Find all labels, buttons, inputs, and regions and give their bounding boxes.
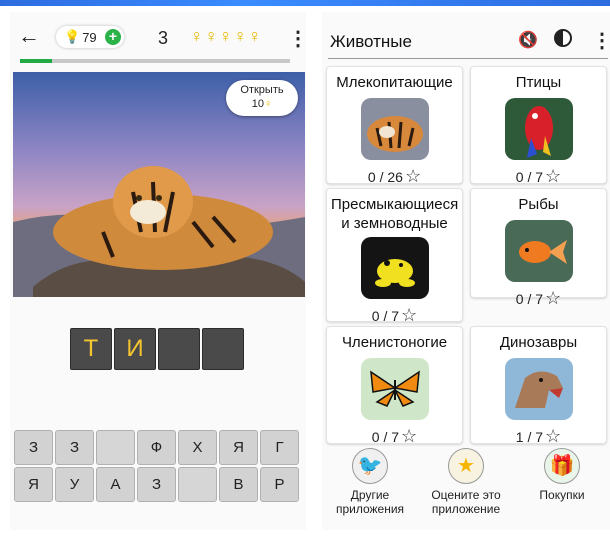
sound-muted-icon[interactable]: 🔇 xyxy=(518,30,538,50)
category-progress: 0 / 7 xyxy=(371,308,400,324)
letter-key[interactable]: З xyxy=(14,430,53,465)
butterfly-thumbnail xyxy=(360,358,429,420)
star-icon: ★ xyxy=(448,448,484,484)
lightbulb-icon: 💡 xyxy=(64,29,81,44)
answer-slot[interactable]: И xyxy=(114,328,156,370)
level-progress-bar xyxy=(20,59,290,63)
letter-key[interactable]: В xyxy=(219,467,258,502)
category-title: Членистоногие xyxy=(341,334,448,351)
star-icon: ☆ xyxy=(401,426,418,446)
star-icon: ☆ xyxy=(545,288,562,308)
letter-key[interactable]: Я xyxy=(219,430,258,465)
purchases-button[interactable]: 🎁 Покупки xyxy=(514,448,610,502)
category-title: Птицы xyxy=(515,74,562,91)
nav-label: Оцените это приложение xyxy=(431,488,501,516)
open-letter-button[interactable]: Открыть 10♀ xyxy=(226,80,298,116)
other-apps-button[interactable]: 🐦 Другие приложения xyxy=(322,448,418,516)
cardinal-bird-icon: 🐦 xyxy=(352,448,388,484)
answer-slot[interactable] xyxy=(202,328,244,370)
category-title: Млекопитающие xyxy=(336,74,453,91)
answer-slot[interactable] xyxy=(158,328,200,370)
level-number: 3 xyxy=(158,28,169,48)
category-progress: 0 / 26 xyxy=(367,169,403,185)
coin-balance[interactable]: 💡 79 + xyxy=(56,26,124,48)
category-card-reptiles-amphibians[interactable]: Пресмыкающиеся и земноводные 0 / 7 ☆ xyxy=(326,188,463,325)
answer-slots: ТИ xyxy=(70,328,244,370)
gift-icon: 🎁 xyxy=(544,448,580,484)
menu-kebab-icon[interactable]: ⋮ xyxy=(592,28,610,53)
hint-bulbs-icon[interactable]: ♀♀♀♀♀ xyxy=(190,26,263,47)
open-button-cost: 10 xyxy=(251,98,264,110)
dinosaur-thumbnail xyxy=(504,358,573,420)
letter-key[interactable]: Г xyxy=(260,430,299,465)
letter-key[interactable]: З xyxy=(55,430,94,465)
category-progress: 1 / 7 xyxy=(515,429,544,445)
menu-kebab-icon[interactable]: ⋮ xyxy=(288,26,308,51)
game-header: ← 💡 79 + 3 ♀♀♀♀♀ ⋮ xyxy=(10,20,308,54)
category-title: Динозавры xyxy=(499,334,578,351)
level-progress-fill xyxy=(20,59,53,63)
star-icon: ☆ xyxy=(545,426,562,446)
nav-label: Другие приложения xyxy=(335,488,405,516)
letter-key[interactable]: З xyxy=(137,467,176,502)
header-divider xyxy=(328,58,608,59)
frog-thumbnail xyxy=(360,237,429,299)
category-title: Пресмыкающиеся и земноводные xyxy=(331,196,459,232)
letter-key[interactable]: У xyxy=(55,467,94,502)
category-card-mammals[interactable]: Млекопитающие 0 / 26 ☆ xyxy=(326,66,463,186)
mammal-thumbnail xyxy=(360,98,429,160)
category-card-fish[interactable]: Рыбы 0 / 7 ☆ xyxy=(470,188,607,308)
letter-key[interactable] xyxy=(178,467,217,502)
bottom-navigation: 🐦 Другие приложения ★ Оцените это прилож… xyxy=(322,448,610,528)
letter-key[interactable]: Р xyxy=(260,467,299,502)
star-icon: ☆ xyxy=(401,305,418,325)
theme-toggle-icon[interactable] xyxy=(554,29,572,47)
letter-keyboard: ЗЗФХЯГЯУАЗВР xyxy=(14,430,302,504)
top-banner xyxy=(0,0,610,6)
nav-label: Покупки xyxy=(539,488,585,502)
page-title: Животные xyxy=(330,32,412,51)
lightbulb-icon: ♀ xyxy=(264,98,273,110)
star-icon: ☆ xyxy=(404,166,422,186)
category-title: Рыбы xyxy=(518,196,559,213)
letter-key[interactable]: Ф xyxy=(137,430,176,465)
keyboard-row: ЗЗ ФХЯГ xyxy=(14,430,302,465)
category-progress: 0 / 7 xyxy=(515,291,544,307)
category-card-arthropods[interactable]: Членистоногие 0 / 7 ☆ xyxy=(326,326,463,446)
star-icon: ☆ xyxy=(545,166,562,186)
letter-key[interactable]: Х xyxy=(178,430,217,465)
bird-thumbnail xyxy=(504,98,573,160)
add-coins-icon[interactable]: + xyxy=(105,29,121,45)
categories-screen: Животные 🔇 ⋮ Млекопитающие 0 / 26 ☆ Птицы xyxy=(322,12,610,530)
category-progress: 0 / 7 xyxy=(371,429,400,445)
rate-app-button[interactable]: ★ Оцените это приложение xyxy=(418,448,514,516)
letter-key[interactable]: А xyxy=(96,467,135,502)
fish-thumbnail xyxy=(504,220,573,282)
open-button-label: Открыть xyxy=(240,84,284,96)
answer-slot[interactable]: Т xyxy=(70,328,112,370)
letter-key[interactable]: Я xyxy=(14,467,53,502)
category-card-dinosaurs[interactable]: Динозавры 1 / 7 ☆ xyxy=(470,326,607,446)
coin-count: 79 xyxy=(82,29,97,45)
keyboard-row: ЯУАЗ ВР xyxy=(14,467,302,502)
back-arrow-icon[interactable]: ← xyxy=(18,24,40,48)
letter-key[interactable] xyxy=(96,430,135,465)
game-screen: ← 💡 79 + 3 ♀♀♀♀♀ ⋮ Открыть 10♀ Т И З З Ф… xyxy=(10,12,308,530)
category-card-birds[interactable]: Птицы 0 / 7 ☆ xyxy=(470,66,607,186)
category-progress: 0 / 7 xyxy=(515,169,544,185)
